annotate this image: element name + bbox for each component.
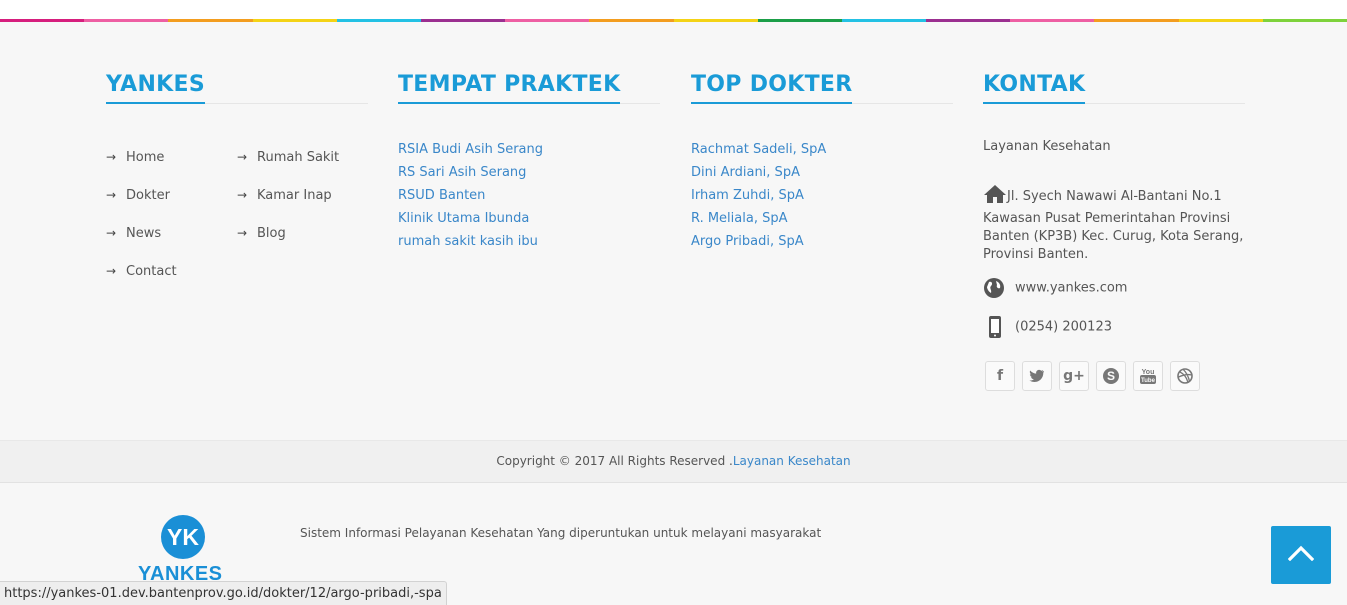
nav-blog[interactable]: → Blog [237, 224, 286, 243]
link-dokter-irham[interactable]: Irham Zuhdi, SpA [691, 184, 826, 207]
rainbow-segment [589, 19, 674, 22]
rainbow-segment [841, 19, 927, 22]
nav-dokter[interactable]: → Dokter [106, 186, 170, 205]
link-dokter-dini[interactable]: Dini Ardiani, SpA [691, 161, 826, 184]
top-dokter-links: Rachmat Sadeli, SpA Dini Ardiani, SpA Ir… [691, 138, 826, 253]
arrow-right-icon: → [237, 188, 248, 202]
address-text: Jl. Syech Nawawi Al-Bantani No.1 Kawasan… [983, 189, 1244, 262]
col-title-yankes: YANKES [106, 70, 368, 104]
footer-col-tempat-praktek: TEMPAT PRAKTEK RSIA Budi Asih Serang RS … [398, 70, 660, 249]
rainbow-segment [420, 19, 506, 22]
footer-col-kontak: KONTAK Layanan Kesehatan Jl. Syech Nawaw… [983, 70, 1245, 391]
col-title-text: KONTAK [983, 70, 1086, 104]
rainbow-segment [336, 19, 421, 22]
nav-label: Rumah Sakit [257, 150, 340, 165]
footer-col-top-dokter: TOP DOKTER Rachmat Sadeli, SpA Dini Ardi… [691, 70, 953, 249]
arrow-right-icon: → [106, 188, 117, 202]
rainbow-segment [168, 19, 253, 22]
home-icon [983, 184, 1007, 210]
col-title-text: TEMPAT PRAKTEK [398, 70, 621, 104]
arrow-right-icon: → [106, 226, 117, 240]
link-dokter-meliala[interactable]: R. Meliala, SpA [691, 207, 826, 230]
rainbow-segment [1262, 19, 1347, 22]
twitter-icon[interactable] [1022, 361, 1052, 391]
link-rsud-banten[interactable]: RSUD Banten [398, 184, 543, 207]
link-klinik-utama-ibunda[interactable]: Klinik Utama Ibunda [398, 207, 543, 230]
col-title-text: YANKES [106, 70, 205, 104]
arrow-right-icon: → [106, 264, 117, 278]
mobile-phone-icon [983, 315, 1007, 339]
nav-label: Kamar Inap [257, 188, 332, 203]
svg-text:You: You [1142, 369, 1155, 376]
arrow-right-icon: → [237, 150, 248, 164]
arrow-right-icon: → [237, 226, 248, 240]
link-rumah-sakit-kasih-ibu[interactable]: rumah sakit kasih ibu [398, 230, 543, 253]
tempat-praktek-links: RSIA Budi Asih Serang RS Sari Asih Seran… [398, 138, 543, 253]
rainbow-segment [1178, 19, 1263, 22]
nav-rumah-sakit[interactable]: → Rumah Sakit [237, 148, 339, 167]
rainbow-segment [673, 19, 758, 22]
nav-contact[interactable]: → Contact [106, 262, 177, 281]
facebook-icon[interactable]: f [985, 361, 1015, 391]
skype-icon[interactable]: S [1096, 361, 1126, 391]
nav-label: Dokter [126, 188, 170, 203]
link-rs-sari-asih[interactable]: RS Sari Asih Serang [398, 161, 543, 184]
copyright-bar: Copyright © 2017 All Rights Reserved .La… [0, 440, 1347, 483]
nav-home[interactable]: → Home [106, 148, 164, 167]
svg-text:Tube: Tube [1141, 378, 1156, 384]
col-title-kontak: KONTAK [983, 70, 1245, 104]
rainbow-segment [505, 19, 590, 22]
contact-address: Jl. Syech Nawawi Al-Bantani No.1 Kawasan… [983, 184, 1245, 264]
nav-news[interactable]: → News [106, 224, 161, 243]
svg-text:S: S [1107, 369, 1115, 383]
page-top-area [0, 0, 1347, 19]
nav-label: Blog [257, 226, 286, 241]
nav-label: Home [126, 150, 165, 165]
col-title-top-dokter: TOP DOKTER [691, 70, 953, 104]
arrow-right-icon: → [106, 150, 117, 164]
scroll-to-top-button[interactable] [1271, 526, 1331, 584]
rainbow-segment [757, 19, 842, 22]
copyright-link[interactable]: Layanan Kesehatan [733, 454, 851, 468]
contact-phone: (0254) 200123 [983, 315, 1112, 339]
nav-label: Contact [126, 264, 177, 279]
website-text[interactable]: www.yankes.com [1015, 281, 1127, 296]
contact-subtitle: Layanan Kesehatan [983, 139, 1111, 154]
rainbow-segment [926, 19, 1011, 22]
rainbow-segment [1010, 19, 1095, 22]
rainbow-divider [0, 19, 1347, 22]
rainbow-segment [252, 19, 337, 22]
browser-status-url: https://yankes-01.dev.bantenprov.go.id/d… [0, 581, 447, 605]
chevron-up-icon [1287, 545, 1315, 565]
col-title-tempat-praktek: TEMPAT PRAKTEK [398, 70, 660, 104]
social-buttons: f g+ S You Tube [985, 361, 1200, 391]
site-description: Sistem Informasi Pelayanan Kesehatan Yan… [300, 526, 822, 540]
dribbble-icon[interactable] [1170, 361, 1200, 391]
nav-kamar-inap[interactable]: → Kamar Inap [237, 186, 332, 205]
youtube-icon[interactable]: You Tube [1133, 361, 1163, 391]
rainbow-segment [84, 19, 169, 22]
phone-text: (0254) 200123 [1015, 319, 1112, 335]
contact-website: www.yankes.com [983, 276, 1127, 300]
copyright-text: Copyright © 2017 All Rights Reserved . [496, 454, 733, 468]
rainbow-segment [1094, 19, 1179, 22]
link-dokter-rachmat[interactable]: Rachmat Sadeli, SpA [691, 138, 826, 161]
google-plus-icon[interactable]: g+ [1059, 361, 1089, 391]
rainbow-segment [0, 19, 85, 22]
link-rsia-budi-asih[interactable]: RSIA Budi Asih Serang [398, 138, 543, 161]
globe-icon [983, 276, 1007, 300]
footer-col-yankes: YANKES → Home → Rumah Sakit → Dokter → Kamar… [106, 70, 368, 279]
nav-label: News [126, 226, 162, 241]
col-title-text: TOP DOKTER [691, 70, 853, 104]
logo-circle: YK [161, 515, 205, 559]
link-dokter-argo[interactable]: Argo Pribadi, SpA [691, 230, 826, 253]
